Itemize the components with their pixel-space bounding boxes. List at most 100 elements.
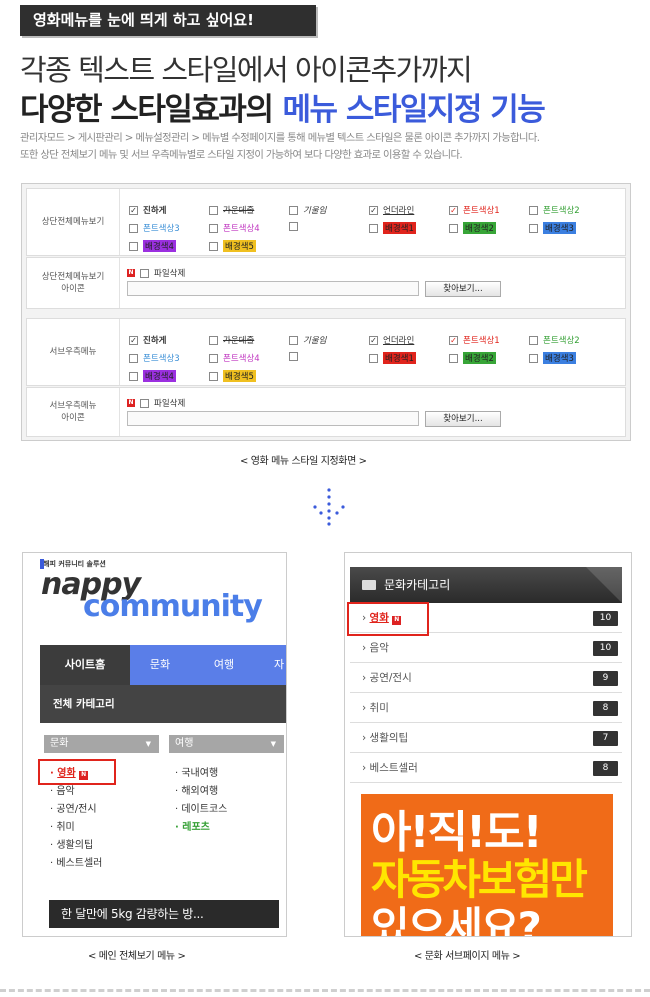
delete-file-option[interactable]: N 파일삭제 — [127, 397, 185, 409]
checkbox-checked[interactable]: ✓ — [369, 335, 378, 345]
checkbox[interactable] — [129, 353, 138, 363]
option-bg-color2[interactable]: 배경색2 — [449, 352, 496, 364]
checkbox[interactable] — [209, 241, 218, 251]
option-label: 배경색1 — [383, 352, 416, 364]
checkbox[interactable] — [529, 223, 538, 233]
option-underline[interactable]: ✓ 언더라인 — [369, 334, 414, 346]
option-label: 파일삭제 — [154, 399, 186, 409]
corner-fold — [586, 567, 622, 603]
browse-button[interactable]: 찾아보기... — [425, 281, 501, 297]
option-empty[interactable] — [289, 222, 303, 231]
checkbox[interactable] — [289, 205, 298, 215]
checkbox-checked[interactable]: ✓ — [129, 335, 138, 345]
browse-button[interactable]: 찾아보기... — [425, 411, 501, 427]
checkbox[interactable] — [449, 353, 458, 363]
sub-menu-item[interactable]: › 취미 8 — [350, 693, 622, 723]
sub-menu-item[interactable]: › 베스트셀러 8 — [350, 753, 622, 783]
checkbox[interactable] — [529, 335, 538, 345]
menu-item[interactable]: · 베스트셀러 — [50, 854, 102, 869]
checkbox[interactable] — [140, 398, 149, 408]
option-bg-color2[interactable]: 배경색2 — [449, 222, 496, 234]
menu-item[interactable]: · 해외여행 — [175, 782, 218, 797]
option-label: 폰트색상3 — [143, 354, 180, 364]
sub-menu-item[interactable]: › 음악 10 — [350, 633, 622, 663]
checkbox-checked[interactable]: ✓ — [129, 205, 138, 215]
sub-menu-header: 문화카테고리 — [350, 567, 622, 603]
option-bg-color1[interactable]: 배경색1 — [369, 222, 416, 234]
option-bg-color1[interactable]: 배경색1 — [369, 352, 416, 364]
option-bg-color5[interactable]: 배경색5 — [209, 240, 256, 252]
option-strike[interactable]: 가운데줄 — [209, 204, 254, 216]
checkbox[interactable] — [289, 335, 298, 345]
checkbox-checked[interactable]: ✓ — [369, 205, 378, 215]
nav-culture[interactable]: 문화 — [130, 645, 190, 685]
file-input[interactable] — [127, 281, 419, 296]
option-font-color3[interactable]: 폰트색상3 — [129, 352, 180, 364]
checkbox[interactable] — [129, 241, 138, 251]
checkbox[interactable] — [369, 223, 378, 233]
option-bg-color4[interactable]: 배경색4 — [129, 240, 176, 252]
option-italic[interactable]: 기울임 — [289, 204, 326, 216]
option-label: 배경색4 — [143, 240, 176, 252]
checkbox[interactable] — [209, 353, 218, 363]
main-menu-caption: < 메인 전체보기 메뉴 > — [88, 951, 186, 962]
checkbox[interactable] — [209, 205, 218, 215]
menu-item[interactable]: · 취미 — [50, 818, 75, 833]
checkbox[interactable] — [209, 223, 218, 233]
menu-item[interactable]: · 데이트코스 — [175, 800, 227, 815]
highlight-box — [347, 602, 429, 636]
option-font-color1[interactable]: ✓ 폰트색상1 — [449, 334, 500, 346]
menu-item[interactable]: · 레포츠 — [175, 818, 210, 833]
option-bg-color4[interactable]: 배경색4 — [129, 370, 176, 382]
option-bg-color3[interactable]: 배경색3 — [529, 222, 576, 234]
menu-item[interactable]: · 국내여행 — [175, 764, 218, 779]
option-underline[interactable]: ✓ 언더라인 — [369, 204, 414, 216]
travel-dropdown[interactable]: 여행 ▼ — [169, 735, 284, 753]
section-sub-menu-style: 서브우측메뉴 ✓ 진하게 가운데줄 기울임 ✓ 언더라인 ✓ 폰트색상1 폰트색상2 … — [26, 318, 626, 386]
option-font-color4[interactable]: 폰트색상4 — [209, 352, 260, 364]
checkbox[interactable] — [449, 223, 458, 233]
file-input[interactable] — [127, 411, 419, 426]
checkbox[interactable] — [289, 222, 298, 231]
menu-item[interactable]: · 공연/전시 — [50, 800, 97, 815]
sub-menu-item[interactable]: › 생활의팁 7 — [350, 723, 622, 753]
option-font-color4[interactable]: 폰트색상4 — [209, 222, 260, 234]
menu-item[interactable]: · 생활의팁 — [50, 836, 93, 851]
checkbox[interactable] — [209, 335, 218, 345]
description-line1: 관리자모드 > 게시판관리 > 메뉴설정관리 > 메뉴별 수정페이지를 통해 메… — [20, 132, 540, 144]
checkbox[interactable] — [529, 205, 538, 215]
checkbox[interactable] — [289, 352, 298, 361]
checkbox[interactable] — [129, 371, 138, 381]
dropdown-arrow-icon: ▼ — [145, 740, 151, 748]
delete-file-option[interactable]: N 파일삭제 — [127, 267, 185, 279]
option-font-color2[interactable]: 폰트색상2 — [529, 204, 580, 216]
section-top-menu-style: 상단전체메뉴보기 ✓ 진하게 가운데줄 기울임 ✓ 언더라인 ✓ 폰트색상1 폰트색상… — [26, 188, 626, 256]
checkbox[interactable] — [529, 353, 538, 363]
nav-home[interactable]: 사이트홈 — [40, 645, 130, 685]
checkbox[interactable] — [140, 268, 149, 278]
insurance-ad[interactable]: 아!직!도! 자동차보험만 있으세요? — [361, 794, 613, 936]
option-bg-color3[interactable]: 배경색3 — [529, 352, 576, 364]
news-banner[interactable]: 한 달만에 5kg 감량하는 방... — [49, 900, 279, 928]
option-font-color1[interactable]: ✓ 폰트색상1 — [449, 204, 500, 216]
nav-travel[interactable]: 여행 — [190, 645, 258, 685]
option-strike[interactable]: 가운데줄 — [209, 334, 254, 346]
headline-line2-text: 다양한 스타일효과의 — [20, 92, 274, 128]
option-bg-color5[interactable]: 배경색5 — [209, 370, 256, 382]
nav-more[interactable]: 자 — [258, 645, 286, 685]
option-empty[interactable] — [289, 352, 303, 361]
sub-menu-item[interactable]: › 공연/전시 9 — [350, 663, 622, 693]
culture-dropdown[interactable]: 문화 ▼ — [44, 735, 159, 753]
checkbox[interactable] — [209, 371, 218, 381]
option-italic[interactable]: 기울임 — [289, 334, 326, 346]
checkbox[interactable] — [129, 223, 138, 233]
option-font-color3[interactable]: 폰트색상3 — [129, 222, 180, 234]
option-bold[interactable]: ✓ 진하게 — [129, 334, 166, 346]
option-bold[interactable]: ✓ 진하게 — [129, 204, 166, 216]
option-font-color2[interactable]: 폰트색상2 — [529, 334, 580, 346]
checkbox-checked[interactable]: ✓ — [449, 335, 458, 345]
count-badge: 8 — [593, 701, 618, 716]
checkbox[interactable] — [369, 353, 378, 363]
checkbox-checked[interactable]: ✓ — [449, 205, 458, 215]
option-label: 진하게 — [143, 206, 167, 216]
